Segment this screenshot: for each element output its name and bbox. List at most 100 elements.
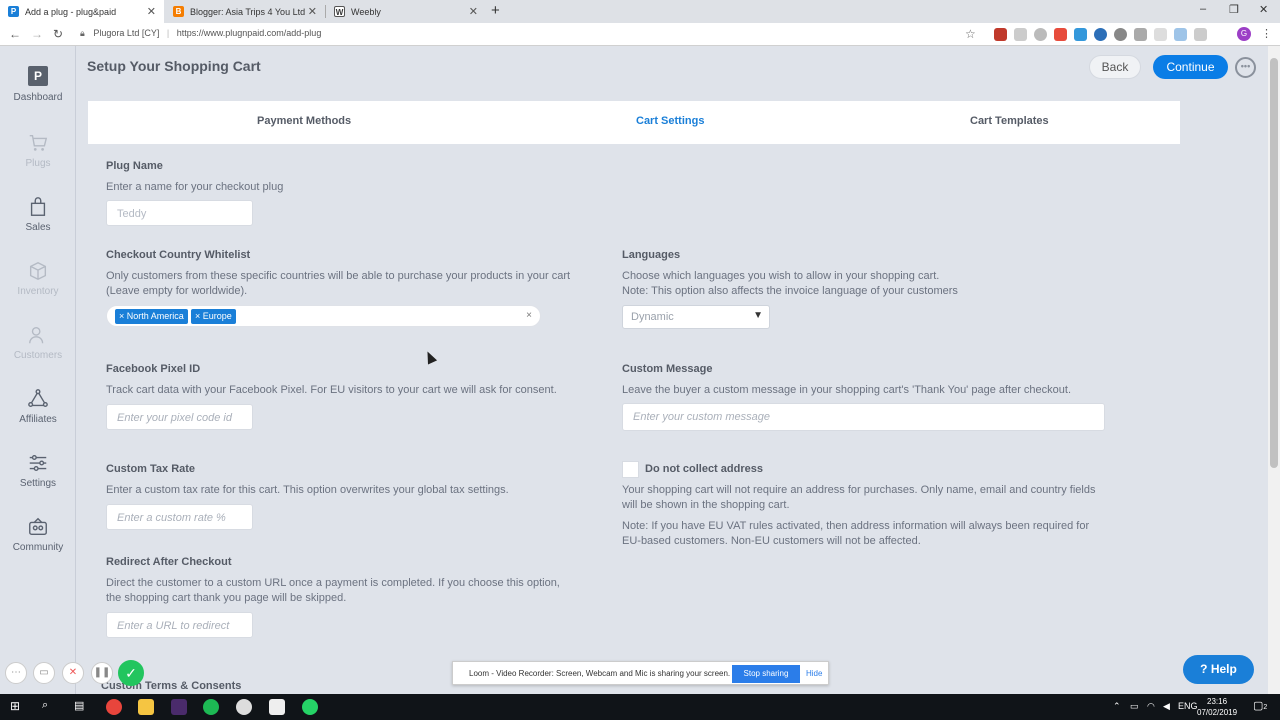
- loom-sharing-text: Loom - Video Recorder: Screen, Webcam an…: [469, 669, 731, 678]
- browser-tab-blogger[interactable]: B Blogger: Asia Trips 4 You Ltd - Ed ✕: [165, 0, 325, 23]
- sidebar-item-label: Inventory: [17, 286, 59, 297]
- network-icon: [28, 389, 48, 408]
- notifications-icon[interactable]: ▢2: [1253, 699, 1267, 712]
- close-tab-icon[interactable]: ✕: [308, 5, 317, 18]
- extension-icon[interactable]: [1094, 28, 1107, 41]
- extension-icon[interactable]: [1054, 28, 1067, 41]
- extension-icon[interactable]: [1114, 28, 1127, 41]
- country-tag[interactable]: × North America: [115, 309, 188, 324]
- back-arrow-icon[interactable]: ←: [9, 27, 21, 41]
- help-label: Help: [1210, 662, 1237, 676]
- spotify-icon[interactable]: [203, 699, 219, 715]
- reload-icon[interactable]: ↻: [53, 27, 63, 41]
- url-field[interactable]: 🔒︎ Plugora Ltd [CY] | https://www.plugnp…: [80, 28, 321, 39]
- setup-tabs: Payment Methods Cart Settings Cart Templ…: [88, 101, 1180, 144]
- country-tag-label: Europe: [202, 311, 232, 321]
- extension-icon[interactable]: [1174, 28, 1187, 41]
- custom-tax-input[interactable]: Enter a custom rate %: [106, 504, 253, 530]
- sidebar-item-affiliates[interactable]: Affiliates: [0, 388, 76, 425]
- bookmark-star-icon[interactable]: ☆: [965, 27, 976, 41]
- extension-icon[interactable]: [1034, 28, 1047, 41]
- tab-payment-methods[interactable]: Payment Methods: [257, 115, 351, 127]
- country-whitelist-input[interactable]: × North America × Europe ×: [106, 305, 541, 327]
- loom-cancel-icon[interactable]: ✕: [62, 662, 84, 684]
- minimize-icon[interactable]: –: [1200, 3, 1206, 15]
- close-tab-icon[interactable]: ✕: [469, 5, 478, 18]
- no-address-checkbox[interactable]: [622, 461, 639, 478]
- loom-pause-icon[interactable]: ❚❚: [91, 662, 113, 684]
- chrome-icon[interactable]: [106, 699, 122, 715]
- extension-icon[interactable]: [1154, 28, 1167, 41]
- url-text: https://www.plugnpaid.com/add-plug: [176, 28, 322, 38]
- back-button[interactable]: Back: [1089, 55, 1141, 79]
- languages-select[interactable]: Dynamic ▼: [622, 305, 770, 329]
- clock-date: 07/02/2019: [1197, 708, 1238, 717]
- extension-icon[interactable]: [1194, 28, 1207, 41]
- close-tab-icon[interactable]: ✕: [147, 5, 156, 18]
- sidebar-item-sales[interactable]: Sales: [0, 196, 76, 233]
- facebook-pixel-input[interactable]: Enter your pixel code id: [106, 404, 253, 430]
- volume-icon[interactable]: ◀: [1163, 701, 1170, 712]
- page-scrollbar[interactable]: [1268, 46, 1280, 694]
- tab-cart-settings[interactable]: Cart Settings: [636, 115, 704, 127]
- loom-finish-icon[interactable]: ✓: [118, 660, 144, 686]
- browser-tab-plugnpaid[interactable]: P Add a plug - plug&paid ✕: [0, 0, 164, 23]
- restore-icon[interactable]: ❐: [1229, 3, 1239, 16]
- sidebar-item-community[interactable]: Community: [0, 516, 76, 553]
- no-address-description: Your shopping cart will not require an a…: [622, 484, 1096, 511]
- scrollbar-thumb[interactable]: [1270, 58, 1278, 468]
- users-icon: [29, 326, 44, 344]
- extension-icon[interactable]: [1134, 28, 1147, 41]
- sidebar-item-customers[interactable]: Customers: [0, 324, 76, 361]
- sidebar-item-label: Community: [12, 542, 64, 553]
- sliders-icon: [29, 454, 47, 472]
- no-address-note: Note: If you have EU VAT rules activated…: [622, 520, 1090, 547]
- tray-chevron-icon[interactable]: ⌃: [1113, 701, 1121, 712]
- browser-menu-icon[interactable]: ⋮: [1261, 27, 1272, 40]
- no-address-label: Do not collect address: [645, 463, 763, 475]
- hide-link[interactable]: Hide: [806, 669, 822, 678]
- redirect-label: Redirect After Checkout: [106, 556, 232, 568]
- extension-icon[interactable]: [1074, 28, 1087, 41]
- language-indicator[interactable]: ENG: [1178, 701, 1198, 711]
- network-icon[interactable]: ◠: [1147, 701, 1155, 712]
- loom-camera-icon[interactable]: ▭: [33, 662, 55, 684]
- close-window-icon[interactable]: ✕: [1259, 3, 1268, 16]
- custom-message-textarea[interactable]: Enter your custom message: [622, 403, 1105, 431]
- battery-icon[interactable]: ▭: [1130, 701, 1139, 712]
- tab-cart-templates[interactable]: Cart Templates: [970, 115, 1049, 127]
- help-button[interactable]: ? Help: [1183, 655, 1254, 684]
- sidebar-item-plugs[interactable]: Plugs: [0, 132, 76, 169]
- task-view-icon[interactable]: ▤: [74, 699, 84, 712]
- country-tag[interactable]: × Europe: [191, 309, 236, 324]
- extension-icon[interactable]: [994, 28, 1007, 41]
- redirect-input[interactable]: Enter a URL to redirect: [106, 612, 253, 638]
- stop-sharing-button[interactable]: Stop sharing: [732, 665, 800, 683]
- slack-icon[interactable]: [171, 699, 187, 715]
- calculator-icon[interactable]: [269, 699, 285, 715]
- extension-icon[interactable]: [1014, 28, 1027, 41]
- sidebar-item-inventory[interactable]: Inventory: [0, 260, 76, 297]
- clear-tags-icon[interactable]: ×: [526, 310, 532, 321]
- shopping-bag-icon: [30, 197, 46, 216]
- forward-arrow-icon[interactable]: →: [31, 27, 43, 41]
- app-icon[interactable]: [236, 699, 252, 715]
- notification-count: 2: [1263, 704, 1268, 711]
- plug-name-label: Plug Name: [106, 160, 163, 172]
- clock-time: 23:16: [1207, 697, 1228, 706]
- more-options-icon[interactable]: •••: [1235, 57, 1256, 78]
- loom-more-icon[interactable]: ⋯: [5, 662, 27, 684]
- file-explorer-icon[interactable]: [138, 699, 154, 715]
- weebly-favicon-icon: W: [334, 6, 345, 17]
- search-icon[interactable]: ⌕: [42, 699, 48, 712]
- taskbar-clock[interactable]: 23:16 07/02/2019: [1197, 696, 1237, 718]
- windows-start-icon[interactable]: ⊞: [10, 699, 20, 713]
- profile-avatar[interactable]: G: [1237, 27, 1251, 41]
- new-tab-icon[interactable]: +: [491, 2, 500, 19]
- continue-button[interactable]: Continue: [1153, 55, 1228, 79]
- sidebar-item-dashboard[interactable]: P Dashboard: [0, 66, 76, 103]
- whatsapp-icon[interactable]: [302, 699, 318, 715]
- sidebar-item-settings[interactable]: Settings: [0, 452, 76, 489]
- plug-name-input[interactable]: Teddy: [106, 200, 253, 226]
- browser-tab-weebly[interactable]: W Weebly ✕: [326, 0, 486, 23]
